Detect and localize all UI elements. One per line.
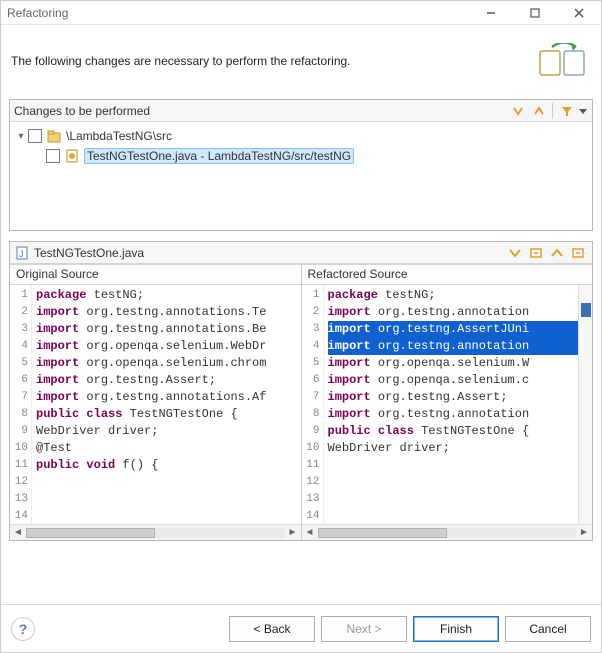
line-gutter: 1234567891011121314 (302, 285, 324, 524)
code-lines: package testNG;import org.testng.annotat… (32, 285, 301, 524)
overview-ruler[interactable] (578, 285, 592, 524)
next-change-button[interactable] (526, 244, 546, 262)
toolbar-separator (552, 103, 553, 119)
changes-panel-header: Changes to be performed (10, 100, 592, 122)
changes-title: Changes to be performed (14, 104, 507, 118)
window-title: Refactoring (7, 6, 469, 20)
package-icon (46, 128, 62, 144)
original-source-code[interactable]: 1234567891011121314 package testNG;impor… (10, 285, 301, 524)
svg-text:J: J (19, 249, 24, 259)
refactored-source-code[interactable]: 1234567891011121314 package testNG;impor… (302, 285, 593, 524)
refactored-source-title: Refactored Source (302, 265, 593, 285)
scroll-thumb[interactable] (318, 528, 447, 538)
next-button: Next > (321, 616, 407, 642)
compare-panel: J TestNGTestOne.java Original Source 123… (9, 241, 593, 541)
maximize-button[interactable] (513, 1, 557, 25)
nav-up-button[interactable] (529, 102, 549, 120)
checkbox[interactable] (46, 149, 60, 163)
finish-button[interactable]: Finish (413, 616, 499, 642)
code-lines: package testNG;import org.testng.annotat… (324, 285, 579, 524)
expand-icon[interactable]: ▾ (14, 131, 28, 142)
tree-root-label: \LambdaTestNG\src (66, 129, 172, 143)
original-source-pane: Original Source 1234567891011121314 pack… (10, 265, 301, 540)
next-diff-button[interactable] (505, 244, 525, 262)
nav-down-button[interactable] (508, 102, 528, 120)
diff-marker[interactable] (581, 303, 591, 317)
button-bar: ? < Back Next > Finish Cancel (1, 604, 601, 652)
line-gutter: 1234567891011121314 (10, 285, 32, 524)
prev-diff-button[interactable] (547, 244, 567, 262)
tree-child-row[interactable]: TestNGTestOne.java - LambdaTestNG/src/te… (14, 146, 588, 166)
java-file-icon (64, 148, 80, 164)
header-message: The following changes are necessary to p… (11, 54, 535, 68)
horizontal-scrollbar[interactable]: ◄ ► (10, 524, 301, 540)
scroll-left-icon[interactable]: ◄ (302, 527, 318, 538)
back-button[interactable]: < Back (229, 616, 315, 642)
refactored-source-pane: Refactored Source 1234567891011121314 pa… (301, 265, 593, 540)
tree-root-row[interactable]: ▾ \LambdaTestNG\src (14, 126, 588, 146)
original-source-title: Original Source (10, 265, 301, 285)
refactor-icon (535, 41, 591, 81)
scroll-track[interactable] (318, 528, 577, 538)
scroll-right-icon[interactable]: ► (576, 527, 592, 538)
scroll-left-icon[interactable]: ◄ (10, 527, 26, 538)
checkbox[interactable] (28, 129, 42, 143)
filter-dropdown-icon[interactable] (578, 102, 588, 120)
minimize-button[interactable] (469, 1, 513, 25)
cancel-button[interactable]: Cancel (505, 616, 591, 642)
compare-header: J TestNGTestOne.java (10, 242, 592, 264)
changes-tree[interactable]: ▾ \LambdaTestNG\src TestNGTestOne.java -… (10, 122, 592, 230)
prev-change-button[interactable] (568, 244, 588, 262)
dialog-header: The following changes are necessary to p… (1, 25, 601, 99)
scroll-right-icon[interactable]: ► (285, 527, 301, 538)
close-button[interactable] (557, 1, 601, 25)
scroll-track[interactable] (26, 528, 285, 538)
tree-child-label: TestNGTestOne.java - LambdaTestNG/src/te… (84, 148, 354, 164)
horizontal-scrollbar[interactable]: ◄ ► (302, 524, 593, 540)
compilation-unit-icon: J (14, 245, 30, 261)
title-bar: Refactoring (1, 1, 601, 25)
scroll-thumb[interactable] (26, 528, 155, 538)
compare-body: Original Source 1234567891011121314 pack… (10, 264, 592, 540)
changes-panel: Changes to be performed ▾ \LambdaTestNG\… (9, 99, 593, 231)
filter-button[interactable] (557, 102, 577, 120)
help-button[interactable]: ? (11, 617, 35, 641)
compare-filename: TestNGTestOne.java (34, 246, 504, 260)
